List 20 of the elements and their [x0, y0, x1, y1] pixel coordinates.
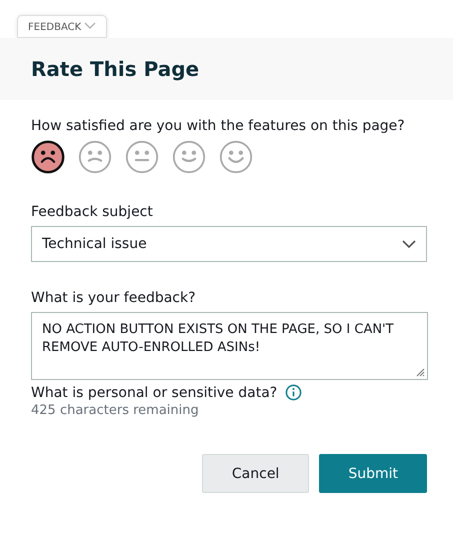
feedback-tab[interactable]: FEEDBACK [17, 15, 107, 38]
feedback-textarea[interactable]: NO ACTION BUTTON EXISTS ON THE PAGE, SO I CAN'T REMOVE AUTO-ENROLLED ASINs! [31, 312, 428, 380]
submit-button[interactable]: Submit [319, 454, 427, 493]
privacy-link[interactable]: What is personal or sensitive data? [31, 384, 278, 400]
field-label: Feedback subject [31, 204, 154, 220]
face-icon[interactable] [125, 140, 159, 174]
caret-icon [402, 240, 416, 248]
resize-grip-icon[interactable] [415, 367, 425, 377]
character-count: 425 characters remaining [31, 403, 200, 418]
cancel-button[interactable]: Cancel [202, 454, 310, 493]
selected-face-icon[interactable] [31, 140, 65, 174]
subject-dropdown[interactable]: Technical issue [31, 226, 427, 262]
chevron-icon [84, 22, 96, 30]
face-icon[interactable] [219, 140, 253, 174]
face-icon[interactable] [172, 140, 206, 174]
field-label: What is your feedback? [31, 290, 197, 306]
info-icon[interactable] [285, 384, 302, 401]
face-icon[interactable] [78, 140, 112, 174]
dialog-title: Rate This Page [31, 57, 200, 81]
rating-question: How satisfied are you with the features on this page? [31, 118, 406, 134]
